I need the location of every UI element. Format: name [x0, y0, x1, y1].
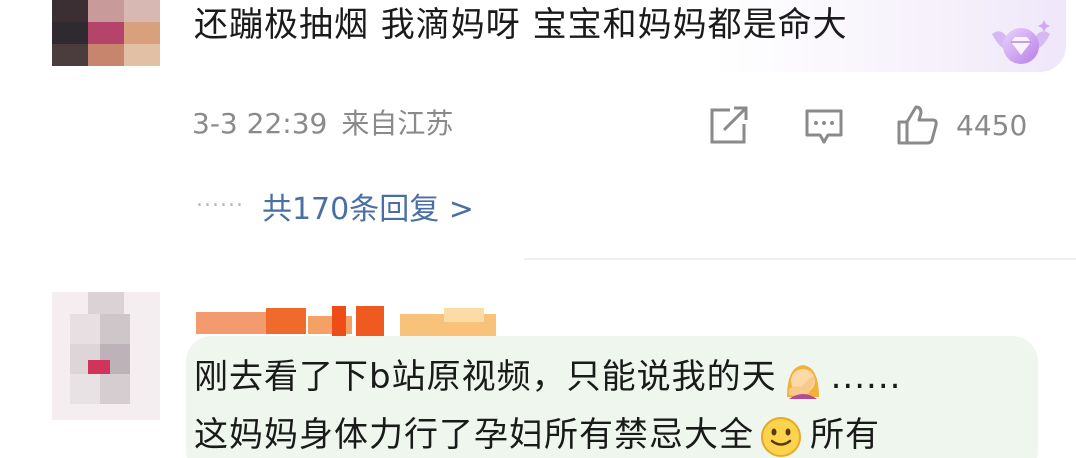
username-redacted: [196, 306, 496, 336]
comment-text-line-2: 这妈妈身体力行了孕妇所有禁忌大全 所有: [194, 414, 880, 458]
view-replies-link[interactable]: 共170条回复 >: [262, 192, 474, 227]
comment-location: 来自江苏: [341, 107, 454, 140]
replies-dots: ······: [196, 193, 244, 219]
facepalm-emoji: [786, 364, 819, 399]
share-icon[interactable]: [708, 106, 750, 146]
comment-time: 3-3 22:39: [192, 107, 328, 140]
replies-row: ······ 共170条回复 >: [196, 184, 474, 228]
smile-emoji: [761, 416, 801, 457]
like-count: 4450: [956, 109, 1028, 142]
comment-feed: 还蹦极抽烟 我滴妈呀 宝宝和妈妈都是命大 3-3 22:39 来自江苏 4450…: [0, 0, 1076, 458]
thumbs-up-icon[interactable]: [896, 104, 940, 146]
diamond-badge-icon: [992, 20, 1050, 64]
avatar[interactable]: [52, 292, 160, 420]
comment-icon[interactable]: [804, 108, 844, 146]
avatar[interactable]: [52, 0, 160, 66]
divider: [524, 258, 1076, 260]
comment-meta: 3-3 22:39 来自江苏: [192, 104, 453, 144]
comment-text-line-1: 刚去看了下b站原视频，只能说我的天 ......: [194, 357, 902, 399]
comment-text: 还蹦极抽烟 我滴妈呀 宝宝和妈妈都是命大: [194, 5, 848, 45]
